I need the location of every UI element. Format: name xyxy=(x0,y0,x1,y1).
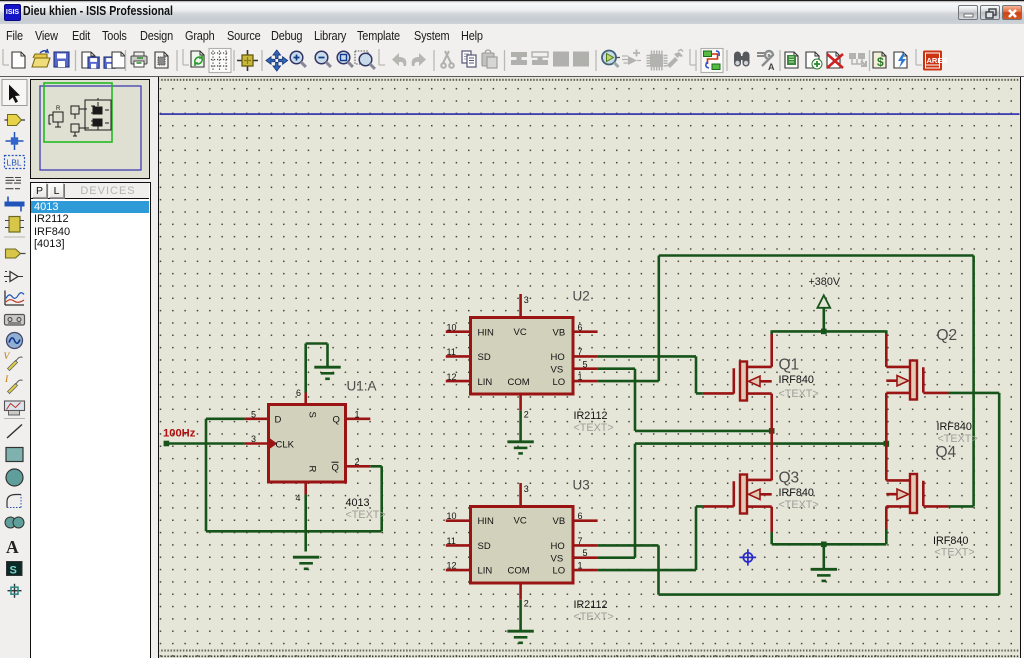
svg-text:2: 2 xyxy=(524,410,529,420)
svg-text:Q3: Q3 xyxy=(779,470,800,487)
svg-text:4013: 4013 xyxy=(346,497,370,509)
svg-text:VB: VB xyxy=(553,327,566,338)
svg-text:6: 6 xyxy=(578,511,583,521)
svg-text:4: 4 xyxy=(296,493,301,503)
svg-text:1: 1 xyxy=(578,561,583,571)
svg-text:5: 5 xyxy=(583,359,588,369)
svg-text:100Hz: 100Hz xyxy=(163,428,196,440)
svg-text:IRF840: IRF840 xyxy=(937,421,972,433)
svg-text:<TEXT>: <TEXT> xyxy=(779,499,819,511)
svg-text:VC: VC xyxy=(514,516,527,527)
svg-text:1: 1 xyxy=(578,372,583,382)
svg-text:SD: SD xyxy=(478,541,491,552)
svg-text:11: 11 xyxy=(447,347,456,357)
svg-text:HIN: HIN xyxy=(478,516,495,527)
svg-text:U1:A: U1:A xyxy=(347,379,377,394)
svg-text:3: 3 xyxy=(524,295,529,305)
svg-text:5: 5 xyxy=(251,410,256,420)
svg-text:U3: U3 xyxy=(573,478,590,493)
svg-text:<TEXT>: <TEXT> xyxy=(935,546,975,558)
svg-text:HO: HO xyxy=(551,541,565,552)
svg-text:Q4: Q4 xyxy=(936,444,957,461)
svg-text:HO: HO xyxy=(551,352,565,363)
svg-text:<TEXT>: <TEXT> xyxy=(779,388,819,400)
svg-text:Q2: Q2 xyxy=(937,327,958,344)
svg-text:IRF840: IRF840 xyxy=(779,487,814,499)
svg-text:R: R xyxy=(56,106,61,112)
svg-text:VS: VS xyxy=(551,553,564,564)
svg-text:VS: VS xyxy=(551,364,564,375)
svg-text:<TEXT>: <TEXT> xyxy=(574,422,614,434)
svg-text:11: 11 xyxy=(447,536,456,546)
svg-text:LIN: LIN xyxy=(478,566,493,577)
svg-text:SD: SD xyxy=(478,352,491,363)
svg-text:6: 6 xyxy=(578,322,583,332)
svg-text:1: 1 xyxy=(355,410,360,420)
svg-text:CLK: CLK xyxy=(276,440,295,451)
svg-text:6: 6 xyxy=(296,388,301,398)
svg-text:VB: VB xyxy=(553,516,566,527)
svg-text:<TEXT>: <TEXT> xyxy=(346,509,386,521)
svg-text:<TEXT>: <TEXT> xyxy=(574,611,614,623)
svg-text:LIN: LIN xyxy=(478,377,493,388)
svg-text:12: 12 xyxy=(447,561,457,571)
svg-text:2: 2 xyxy=(355,457,360,467)
svg-text:U2: U2 xyxy=(573,289,590,304)
svg-text:R: R xyxy=(306,466,317,473)
svg-text:S: S xyxy=(306,412,317,418)
svg-text:10: 10 xyxy=(447,322,457,332)
svg-text:COM: COM xyxy=(508,377,530,388)
svg-text:12: 12 xyxy=(447,372,457,382)
svg-text:<TEXT>: <TEXT> xyxy=(938,433,978,445)
svg-text:LO: LO xyxy=(553,566,566,577)
svg-text:3: 3 xyxy=(524,484,529,494)
svg-text:7: 7 xyxy=(578,347,583,357)
svg-text:5: 5 xyxy=(583,548,588,558)
svg-text:LO: LO xyxy=(553,377,566,388)
svg-text:+380V: +380V xyxy=(809,276,841,288)
svg-text:IR2112: IR2112 xyxy=(574,410,608,422)
svg-text:7: 7 xyxy=(578,536,583,546)
svg-text:HIN: HIN xyxy=(478,327,495,338)
svg-text:Q: Q xyxy=(332,462,339,473)
svg-text:2: 2 xyxy=(524,599,529,609)
svg-text:Q: Q xyxy=(333,415,340,426)
svg-text:Q1: Q1 xyxy=(779,357,800,374)
svg-text:COM: COM xyxy=(508,566,530,577)
svg-text:IR2112: IR2112 xyxy=(574,599,608,611)
svg-text:D: D xyxy=(275,415,282,426)
svg-text:VC: VC xyxy=(514,327,527,338)
svg-text:IRF840: IRF840 xyxy=(779,374,814,386)
svg-text:IRF840: IRF840 xyxy=(933,535,968,547)
svg-text:10: 10 xyxy=(447,511,457,521)
svg-text:3: 3 xyxy=(251,434,256,444)
